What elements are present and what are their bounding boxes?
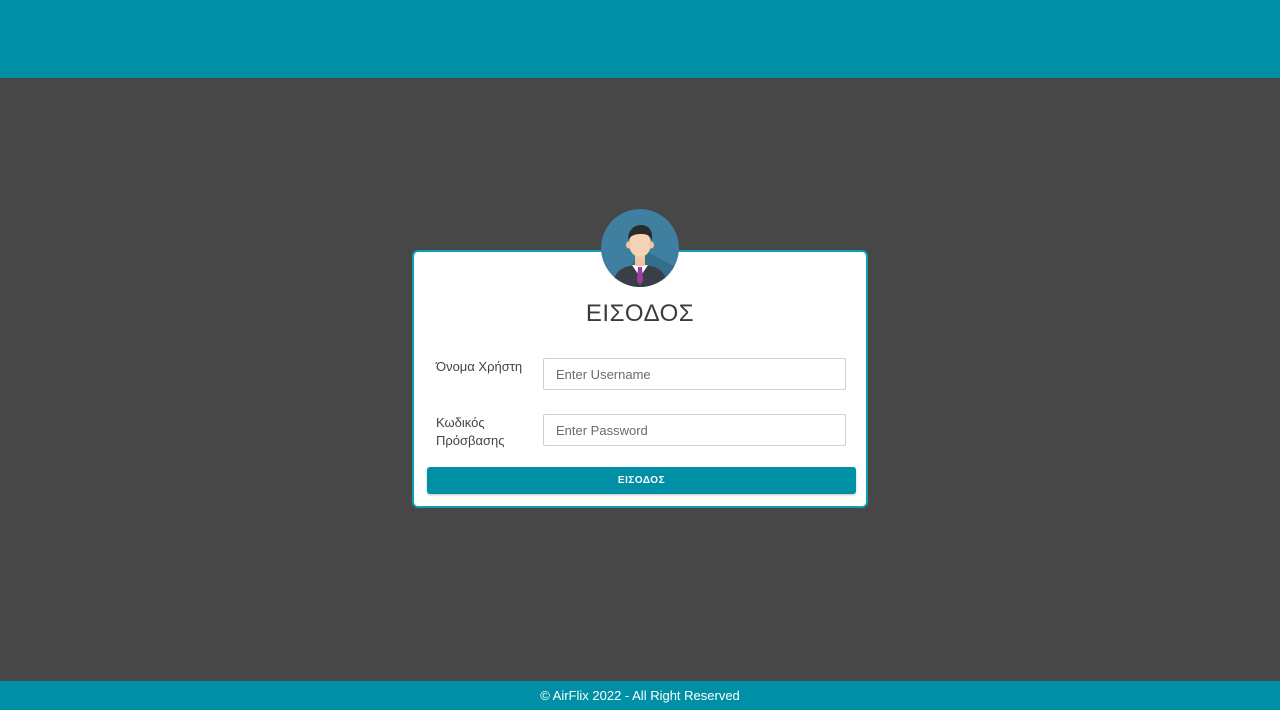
footer-bar: © AirFlix 2022 - All Right Reserved xyxy=(0,681,1280,710)
top-header-bar xyxy=(0,0,1280,78)
username-input[interactable] xyxy=(543,358,846,390)
password-label: Κωδικός Πρόσβασης xyxy=(436,415,505,448)
footer-copyright: © AirFlix 2022 - All Right Reserved xyxy=(540,688,740,703)
login-button[interactable]: ΕΙΣΟΔΟΣ xyxy=(427,467,856,494)
user-avatar-icon xyxy=(601,209,679,287)
login-card: ΕΙΣΟΔΟΣ Όνομα Χρήστη Κωδικός Πρόσβασης Ε… xyxy=(412,250,868,508)
username-label: Όνομα Χρήστη xyxy=(436,359,523,374)
login-title: ΕΙΣΟΔΟΣ xyxy=(585,300,695,327)
password-input[interactable] xyxy=(543,414,846,446)
